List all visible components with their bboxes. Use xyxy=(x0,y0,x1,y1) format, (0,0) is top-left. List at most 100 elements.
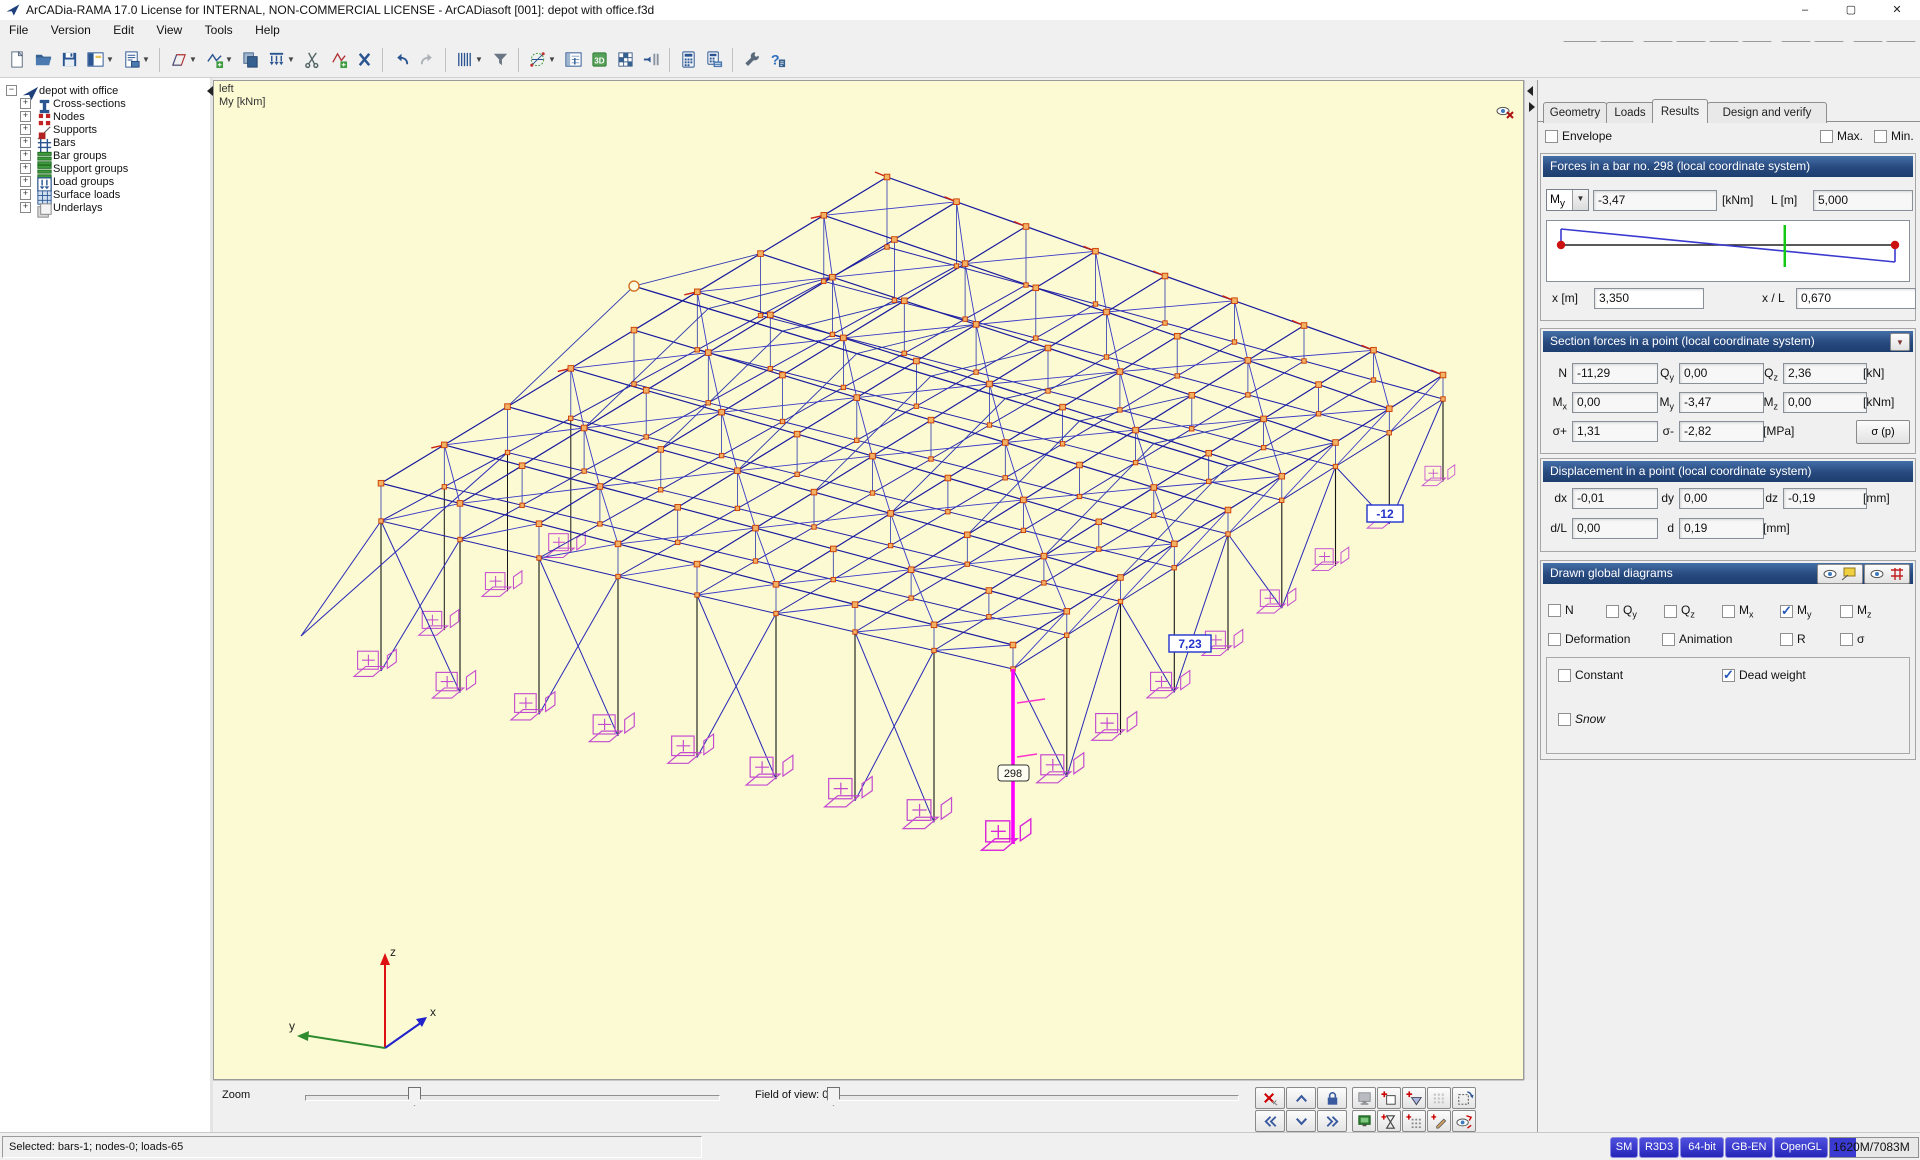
grid-off-button[interactable] xyxy=(1427,1087,1451,1109)
tools-wrench-button[interactable] xyxy=(738,46,764,74)
eye-rotate-button[interactable] xyxy=(1452,1110,1476,1132)
diagram-check-R[interactable]: R xyxy=(1780,632,1806,646)
dropdown-arrow-icon[interactable]: ▼ xyxy=(106,55,114,64)
checkbox[interactable] xyxy=(1780,633,1793,646)
pencil-add-button[interactable] xyxy=(1427,1110,1451,1132)
checkbox[interactable] xyxy=(1548,633,1561,646)
collapse-icon[interactable]: − xyxy=(6,85,17,96)
tree-item-cross-sections[interactable]: +Cross-sections xyxy=(6,97,210,110)
checkbox[interactable] xyxy=(1662,633,1675,646)
min-checkbox[interactable] xyxy=(1874,130,1887,143)
delete-button[interactable] xyxy=(351,46,377,74)
help-config-button[interactable]: ? xyxy=(764,46,790,74)
min-checkbox-row[interactable]: Min. xyxy=(1874,129,1914,143)
hourglass-add-button[interactable] xyxy=(1377,1110,1401,1132)
diagram-check-Qz[interactable]: Qz xyxy=(1664,603,1695,619)
dropdown-arrow-icon[interactable]: ▼ xyxy=(287,55,295,64)
table-editor-button[interactable]: I xyxy=(560,46,586,74)
dropdown-arrow-icon[interactable]: ▼ xyxy=(475,55,483,64)
expand-icon[interactable]: + xyxy=(20,176,31,187)
tab-loads[interactable]: Loads xyxy=(1606,102,1654,123)
draw-polyline-button[interactable]: ▼ xyxy=(201,46,237,74)
case-check-constant[interactable]: Constant xyxy=(1558,668,1623,682)
grid-add-button[interactable] xyxy=(1402,1110,1426,1132)
diagram-check-Qy[interactable]: Qy xyxy=(1606,603,1637,619)
draw-frame-button[interactable]: ▼ xyxy=(165,46,201,74)
show-values-button[interactable] xyxy=(1817,564,1863,584)
tree-item-load-groups[interactable]: +Load groups xyxy=(6,175,210,188)
menu-view[interactable]: View xyxy=(147,20,191,40)
checkbox[interactable] xyxy=(1606,605,1619,618)
checkbox[interactable] xyxy=(1840,633,1853,646)
tree-item-root[interactable]: −depot with office xyxy=(6,84,210,97)
tree-item-underlays[interactable]: +Underlays xyxy=(6,201,210,214)
diagram-check-Mx[interactable]: Mx xyxy=(1722,603,1754,619)
checkbox[interactable] xyxy=(1558,713,1571,726)
x-position-field[interactable]: 3,350 xyxy=(1594,288,1704,309)
cut-button[interactable] xyxy=(299,46,325,74)
model-viewport[interactable]: 2987,23-12zxy xyxy=(213,80,1524,1080)
align-bars-button[interactable] xyxy=(638,46,664,74)
show-numbering-button[interactable] xyxy=(1864,564,1910,584)
diagram-check-Animation[interactable]: Animation xyxy=(1662,632,1732,646)
undo-button[interactable] xyxy=(388,46,414,74)
envelope-checkbox[interactable] xyxy=(1545,130,1558,143)
maximize-button[interactable]: ▢ xyxy=(1828,0,1874,20)
checkbox[interactable] xyxy=(1548,604,1561,617)
sigma-p-button[interactable]: σ (p) xyxy=(1856,420,1910,444)
checkbox[interactable] xyxy=(1558,669,1571,682)
fov-slider-track[interactable] xyxy=(827,1095,1239,1101)
menu-file[interactable]: File xyxy=(0,20,37,40)
tab-geometry[interactable]: Geometry xyxy=(1543,102,1607,123)
view-3d-button[interactable]: 3D xyxy=(586,46,612,74)
structure-3d-scene[interactable]: 2987,23-12zxy xyxy=(214,81,1523,1079)
diagram-check-Deformation[interactable]: Deformation xyxy=(1548,632,1630,646)
del-view-button[interactable] xyxy=(1255,1087,1285,1109)
menu-tools[interactable]: Tools xyxy=(196,20,242,40)
section-lines-button[interactable]: ▼ xyxy=(451,46,487,74)
max-checkbox[interactable] xyxy=(1820,130,1833,143)
lock-button[interactable] xyxy=(1317,1087,1347,1109)
monitor-off-button[interactable] xyxy=(1352,1087,1376,1109)
add-tri-button[interactable] xyxy=(1402,1087,1426,1109)
dropdown-arrow-icon[interactable]: ▼ xyxy=(225,55,233,64)
add-rect-button[interactable] xyxy=(1377,1087,1401,1109)
redo-button[interactable] xyxy=(414,46,440,74)
diagram-check-Mz[interactable]: Mz xyxy=(1840,603,1872,619)
polyline-add-button[interactable] xyxy=(325,46,351,74)
diagram-check-N[interactable]: N xyxy=(1548,603,1574,617)
dropdown-arrow-icon[interactable]: ▼ xyxy=(189,55,197,64)
expand-icon[interactable]: + xyxy=(20,163,31,174)
tree-item-nodes[interactable]: +Nodes xyxy=(6,110,210,123)
badge-64bit[interactable]: 64-bit xyxy=(1680,1137,1724,1158)
tab-design-and-verify[interactable]: Design and verify xyxy=(1707,102,1827,123)
case-check-dead-weight[interactable]: Dead weight xyxy=(1722,668,1806,682)
menu-edit[interactable]: Edit xyxy=(104,20,143,40)
expand-icon[interactable]: + xyxy=(20,202,31,213)
badge-sm[interactable]: SM xyxy=(1610,1137,1638,1158)
zoom-slider-track[interactable] xyxy=(305,1095,720,1101)
tab-results[interactable]: Results xyxy=(1652,99,1708,123)
matrix-grid-button[interactable] xyxy=(612,46,638,74)
tree-item-bars[interactable]: +Bars xyxy=(6,136,210,149)
views-panel-button[interactable]: ▼ xyxy=(82,46,118,74)
checkbox[interactable] xyxy=(1780,605,1793,618)
calculator-button[interactable] xyxy=(675,46,701,74)
nav-last-button[interactable] xyxy=(1317,1110,1347,1132)
dropdown-arrow-icon[interactable]: ▼ xyxy=(142,55,150,64)
expand-icon[interactable]: + xyxy=(20,111,31,122)
envelope-checkbox-row[interactable]: Envelope xyxy=(1545,129,1612,143)
nav-first-button[interactable] xyxy=(1255,1110,1285,1132)
nav-down-button[interactable] xyxy=(1286,1110,1316,1132)
tree-item-support-groups[interactable]: +Support groups xyxy=(6,162,210,175)
loads-button[interactable]: ▼ xyxy=(263,46,299,74)
right-splitter[interactable] xyxy=(1524,80,1538,1080)
report-button[interactable]: ▼ xyxy=(118,46,154,74)
badge-r3d3[interactable]: R3D3 xyxy=(1639,1137,1679,1158)
menu-version[interactable]: Version xyxy=(42,20,100,40)
max-checkbox-row[interactable]: Max. xyxy=(1820,129,1863,143)
panel-collapse-icon[interactable] xyxy=(1529,102,1535,112)
new-file-button[interactable] xyxy=(4,46,30,74)
badge-lang[interactable]: GB-EN xyxy=(1725,1137,1773,1158)
checkbox[interactable] xyxy=(1840,605,1853,618)
